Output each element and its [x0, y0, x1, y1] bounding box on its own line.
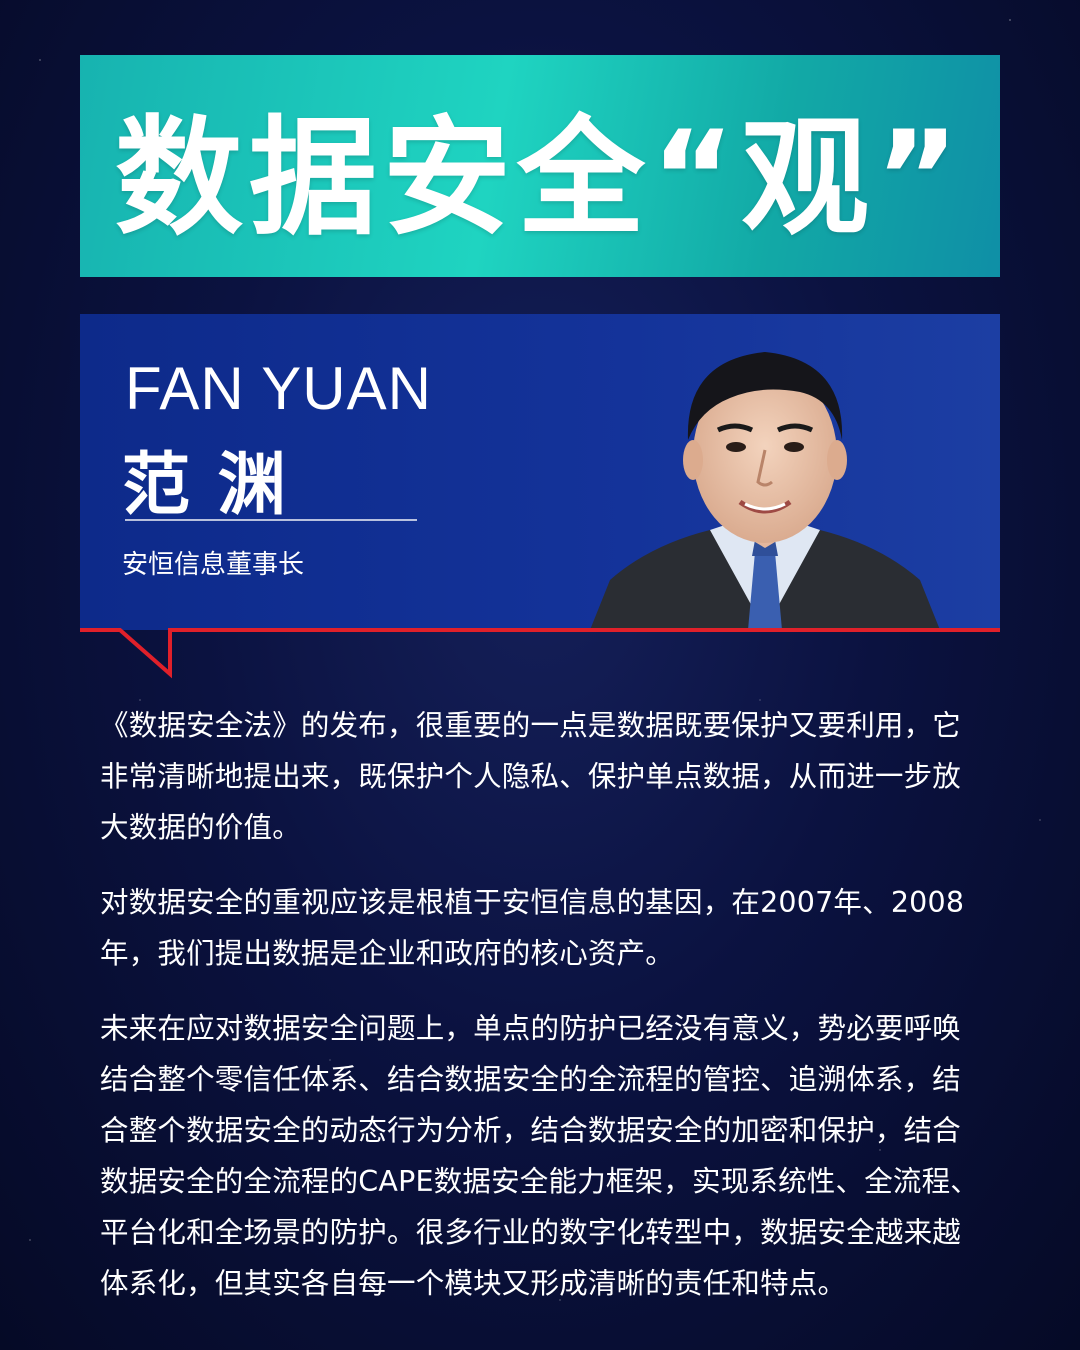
name-divider: [125, 519, 417, 521]
paragraph: 对数据安全的重视应该是根植于安恒信息的基因，在2007年、2008年，我们提出数…: [100, 886, 965, 970]
page-title: 数据安全“观”: [114, 103, 966, 253]
name-english: FAN YUAN: [125, 355, 432, 422]
name-chinese: 范 渊: [122, 446, 288, 525]
paragraph: 未来在应对数据安全问题上，单点的防护已经没有意义，势必要呼唤结合整个零信任体系、…: [100, 1012, 979, 1300]
callout-pointer: [80, 628, 1000, 679]
job-title: 安恒信息董事长: [122, 550, 305, 580]
article-body: 《数据安全法》的发布，很重要的一点是数据既要保护又要利用，它非常清晰地提出来，既…: [100, 700, 980, 1333]
profile-card: FAN YUAN 范 渊 安恒信息董事长: [80, 314, 1000, 630]
portrait-photo: [590, 352, 940, 630]
title-banner: 数据安全“观”: [80, 55, 1000, 277]
paragraph: 《数据安全法》的发布，很重要的一点是数据既要保护又要利用，它非常清晰地提出来，既…: [100, 709, 962, 844]
